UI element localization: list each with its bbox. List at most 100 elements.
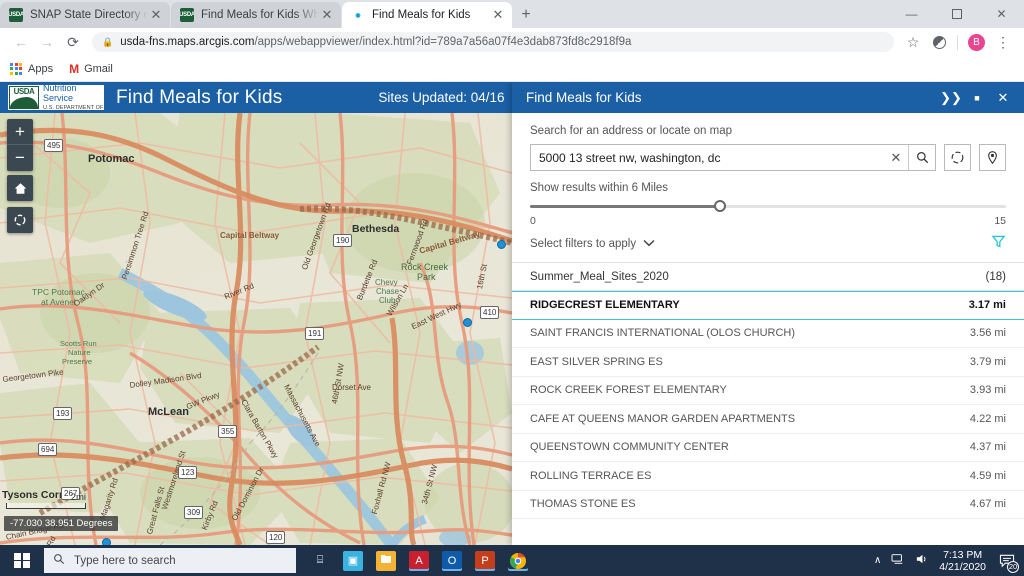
task-view-icon[interactable]: ⌸ bbox=[310, 551, 330, 571]
powerpoint-icon[interactable]: P bbox=[475, 550, 495, 571]
slider-handle[interactable] bbox=[714, 200, 727, 212]
notification-icon[interactable]: 20 bbox=[996, 550, 1019, 573]
result-row[interactable]: CAFE AT QUEENS MANOR GARDEN APARTMENTS 4.… bbox=[512, 405, 1024, 434]
page-title: Find Meals for Kids bbox=[116, 86, 283, 108]
locate-pin-icon[interactable] bbox=[979, 144, 1006, 171]
layer-name: Summer_Meal_Sites_2020 bbox=[530, 270, 669, 283]
taskbar-search[interactable]: Type here to search bbox=[44, 548, 296, 573]
photos-icon[interactable]: ▣ bbox=[343, 550, 363, 571]
browser-tab-3-active[interactable]: ◉ Find Meals for Kids ✕ bbox=[342, 2, 512, 28]
home-button[interactable] bbox=[7, 175, 33, 201]
search-icon[interactable] bbox=[908, 145, 935, 170]
route-shield: 190 bbox=[333, 234, 353, 247]
route-shield: 355 bbox=[218, 425, 238, 438]
bookmark-star-icon[interactable]: ☆ bbox=[900, 29, 926, 55]
back-icon[interactable]: ← bbox=[8, 29, 34, 55]
result-row[interactable]: ROLLING TERRACE ES 4.59 mi bbox=[512, 462, 1024, 491]
url-path: /apps/webappviewer/index.html?id=789a7a5… bbox=[254, 36, 632, 48]
result-row[interactable]: THOMAS STONE ES 4.67 mi bbox=[512, 491, 1024, 519]
chrome-icon[interactable] bbox=[508, 551, 528, 571]
browser-tab-2[interactable]: USDA Find Meals for Kids When School ✕ bbox=[171, 2, 341, 28]
close-icon[interactable]: ✕ bbox=[490, 7, 506, 23]
new-tab-button[interactable]: + bbox=[513, 2, 539, 28]
notification-count: 20 bbox=[1007, 560, 1019, 573]
tab-title: Find Meals for Kids bbox=[372, 9, 471, 21]
radius-label: Show results within 6 Miles bbox=[530, 182, 669, 194]
map-site-marker[interactable] bbox=[497, 240, 506, 249]
network-icon[interactable] bbox=[891, 553, 905, 568]
result-row[interactable]: EAST SILVER SPRING ES 3.79 mi bbox=[512, 348, 1024, 377]
browser-menu-icon[interactable]: ⋮ bbox=[990, 29, 1016, 55]
route-shield: 495 bbox=[44, 139, 64, 152]
forward-icon[interactable]: → bbox=[34, 29, 60, 55]
zoom-in-button[interactable]: + bbox=[7, 119, 33, 145]
tab-title: SNAP State Directory of Resource bbox=[30, 9, 148, 21]
my-location-button[interactable] bbox=[7, 207, 33, 233]
bookmark-label: Gmail bbox=[84, 62, 113, 75]
close-icon[interactable]: ✕ bbox=[148, 7, 164, 23]
window-controls: — ✕ bbox=[889, 0, 1024, 28]
maximize-panel-icon[interactable]: ■ bbox=[964, 85, 990, 111]
search-label: Search for an address or locate on map bbox=[530, 125, 733, 137]
maximize-button[interactable] bbox=[934, 0, 979, 28]
funnel-icon[interactable] bbox=[991, 234, 1006, 253]
route-shield: 193 bbox=[53, 407, 73, 420]
avatar[interactable]: B bbox=[968, 33, 985, 51]
browser-tabstrip: USDA SNAP State Directory of Resource ✕ … bbox=[0, 0, 1024, 28]
omnibox-icons: ☆ B ⋮ bbox=[900, 29, 1016, 55]
tray-chevron-up-icon[interactable]: ∧ bbox=[874, 555, 881, 566]
chevron-down-icon[interactable] bbox=[643, 238, 655, 250]
locate-icon bbox=[14, 214, 26, 226]
route-shield: 410 bbox=[480, 306, 500, 319]
result-row[interactable]: SAINT FRANCIS INTERNATIONAL (OLOS CHURCH… bbox=[512, 320, 1024, 348]
divider bbox=[957, 34, 958, 50]
minimize-button[interactable]: — bbox=[889, 0, 934, 28]
bookmark-apps[interactable]: Apps bbox=[10, 62, 53, 75]
clock[interactable]: 7:13 PM 4/21/2020 bbox=[939, 549, 986, 573]
arcgis-favicon: ◉ bbox=[351, 8, 365, 22]
slider-fill bbox=[530, 205, 721, 208]
browser-tab-1[interactable]: USDA SNAP State Directory of Resource ✕ bbox=[0, 2, 170, 28]
filter-label: Select filters to apply bbox=[530, 237, 637, 250]
usda-logo: USDA Food and Nutrition Service U.S. DEP… bbox=[8, 85, 104, 110]
result-name: EAST SILVER SPRING ES bbox=[530, 355, 663, 368]
result-row[interactable]: ROCK CREEK FOREST ELEMENTARY 3.93 mi bbox=[512, 377, 1024, 405]
bookmark-gmail[interactable]: M Gmail bbox=[69, 62, 113, 76]
taskbar-app-icons: ⌸ ▣ 🖿 A O P bbox=[310, 550, 528, 571]
close-window-button[interactable]: ✕ bbox=[979, 0, 1024, 28]
radius-slider[interactable] bbox=[530, 200, 1006, 212]
address-bar[interactable]: 🔒 usda-fns.maps.arcgis.com/apps/webappvi… bbox=[92, 32, 894, 52]
result-distance: 4.37 mi bbox=[969, 441, 1006, 454]
result-name: SAINT FRANCIS INTERNATIONAL (OLOS CHURCH… bbox=[530, 327, 796, 340]
acrobat-reader-icon[interactable]: A bbox=[409, 550, 429, 571]
close-panel-icon[interactable]: ✕ bbox=[990, 85, 1016, 111]
search-input[interactable] bbox=[531, 150, 884, 165]
extension-icon[interactable] bbox=[926, 29, 952, 55]
map-coordinates: -77.030 38.951 Degrees bbox=[4, 516, 119, 531]
tab-title: Find Meals for Kids When School bbox=[201, 9, 319, 21]
reload-icon[interactable]: ⟳ bbox=[60, 29, 86, 55]
filter-row[interactable]: Select filters to apply bbox=[530, 234, 1006, 253]
clear-icon[interactable]: ✕ bbox=[884, 150, 908, 166]
panel-body: Search for an address or locate on map ✕ bbox=[512, 113, 1024, 253]
results-layer-header[interactable]: Summer_Meal_Sites_2020 (18) bbox=[512, 263, 1024, 291]
zoom-out-button[interactable]: − bbox=[7, 145, 33, 171]
slider-min: 0 bbox=[530, 215, 536, 227]
map-site-marker[interactable] bbox=[102, 538, 111, 545]
search-box[interactable]: ✕ bbox=[530, 144, 936, 171]
results-list: Summer_Meal_Sites_2020 (18) RIDGECREST E… bbox=[512, 262, 1024, 519]
route-shield: 309 bbox=[184, 506, 204, 519]
volume-icon[interactable] bbox=[915, 553, 929, 568]
map-site-marker[interactable] bbox=[463, 318, 472, 327]
result-name: QUEENSTOWN COMMUNITY CENTER bbox=[530, 441, 729, 454]
chevron-down-icon[interactable]: ❯❯ bbox=[938, 85, 964, 111]
result-row-selected[interactable]: RIDGECREST ELEMENTARY 3.17 mi bbox=[512, 291, 1024, 320]
zoom-controls[interactable]: + − bbox=[7, 119, 33, 171]
close-icon[interactable]: ✕ bbox=[319, 7, 335, 23]
result-distance: 3.17 mi bbox=[968, 299, 1006, 312]
start-button[interactable] bbox=[0, 545, 44, 576]
file-explorer-icon[interactable]: 🖿 bbox=[376, 550, 396, 571]
outlook-icon[interactable]: O bbox=[442, 550, 462, 571]
extent-icon[interactable] bbox=[944, 144, 971, 171]
result-row[interactable]: QUEENSTOWN COMMUNITY CENTER 4.37 mi bbox=[512, 434, 1024, 462]
